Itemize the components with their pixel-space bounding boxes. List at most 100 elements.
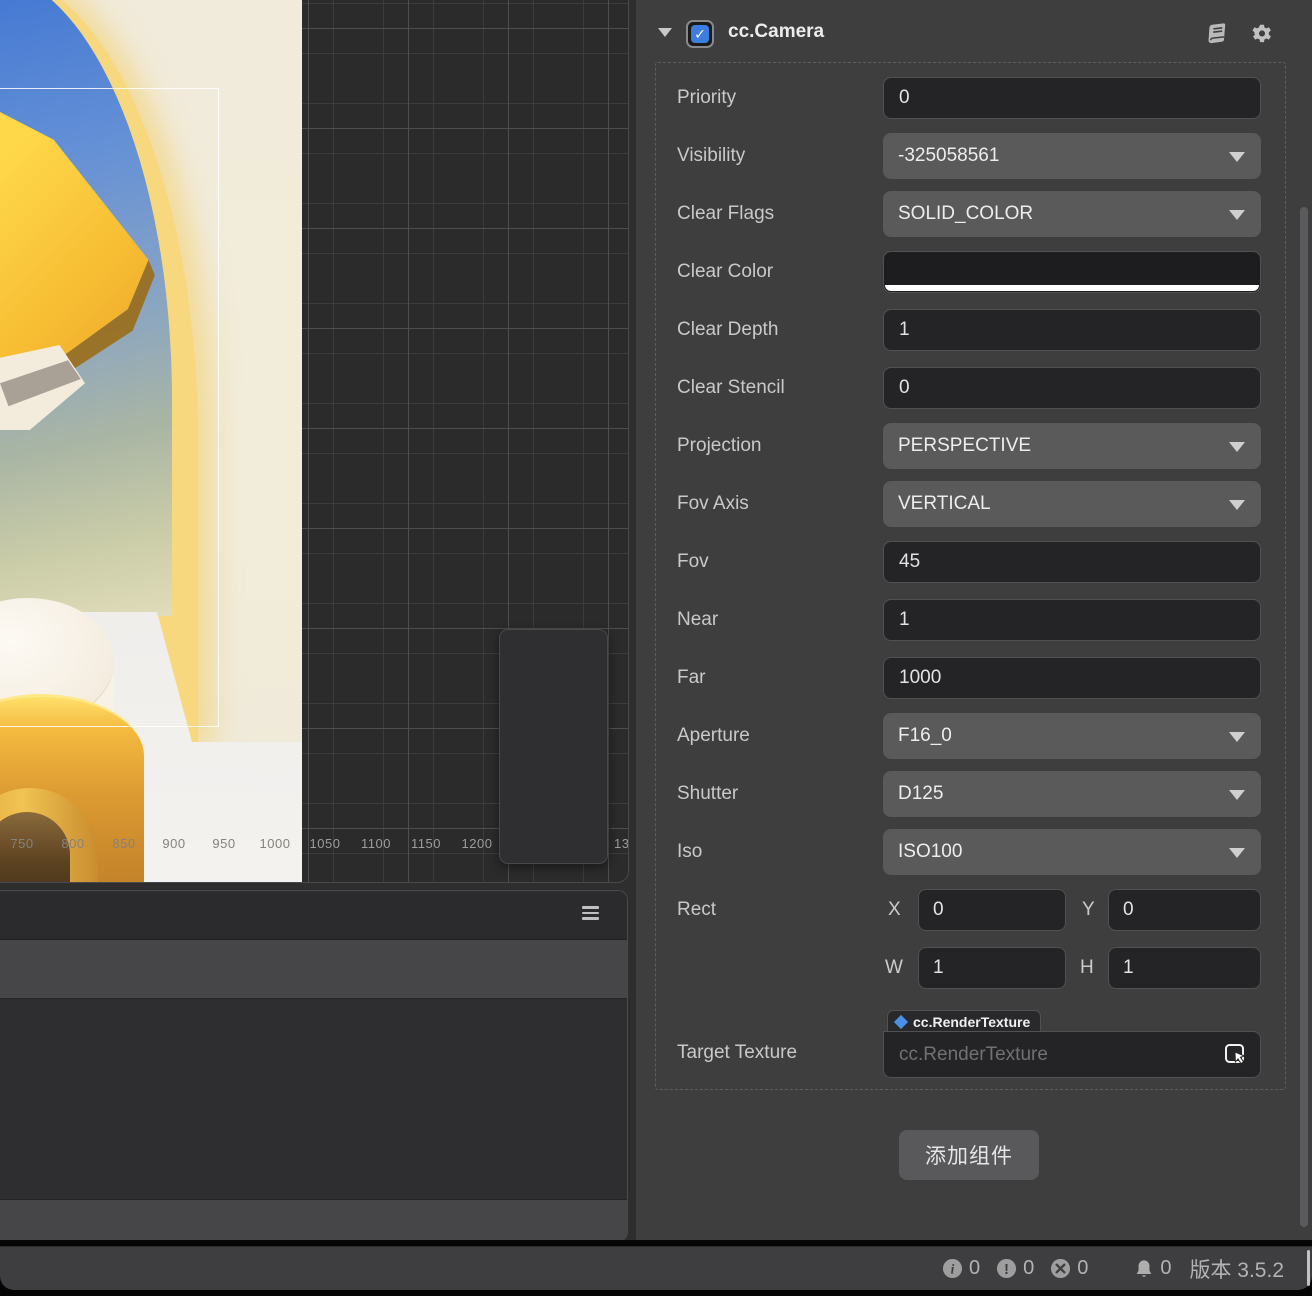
ruler-label: 1100 [361,836,391,851]
docs-book-icon[interactable] [1204,21,1230,47]
property-label: Fov [677,551,709,572]
select-value: D125 [898,783,944,804]
ruler-label: 1150 [411,836,441,851]
property-label: Clear Stencil [677,377,785,398]
editor-window: 750 800 850 900 950 1000 1050 1100 1150 … [0,0,1312,1296]
lower-panel-content[interactable] [0,999,627,1200]
component-enabled-checkbox[interactable]: ✓ [686,20,714,48]
ruler-label: 1050 [309,836,341,851]
projection-select[interactable]: PERSPECTIVE [883,423,1261,469]
property-label: Far [677,667,706,688]
property-label: Aperture [677,725,750,746]
visibility-select[interactable]: -325058561 [883,133,1261,179]
select-value: F16_0 [898,725,952,746]
aperture-select[interactable]: F16_0 [883,713,1261,759]
status-bar: i 0 ! 0 0 0 版本 3.5.2 [0,1246,1312,1290]
select-value: -325058561 [898,145,1000,166]
property-label: Clear Color [677,261,774,282]
property-label: Fov Axis [677,493,749,514]
rect-y-input[interactable]: 0 [1108,889,1261,931]
component-header: ✓ cc.Camera [636,0,1312,58]
error-log-button[interactable]: 0 [1050,1257,1088,1280]
rect-y-label: Y [1082,899,1095,920]
select-value: ISO100 [898,841,963,862]
property-label: Rect [677,899,717,920]
inspector-scrollbar[interactable] [1300,207,1308,1227]
fov-axis-select[interactable]: VERTICAL [883,481,1261,527]
property-label: Priority [677,87,737,108]
clear-stencil-input[interactable]: 0 [883,367,1261,409]
property-label: Clear Flags [677,203,775,224]
rect-h-input[interactable]: 1 [1108,947,1261,989]
notification-count: 0 [1160,1257,1172,1279]
add-component-button[interactable]: 添加组件 [899,1130,1039,1180]
caret-down-icon [1229,210,1245,220]
fov-input[interactable]: 45 [883,541,1261,583]
checkmark-icon: ✓ [691,25,709,43]
ruler-label: 850 [112,836,136,851]
warning-log-button[interactable]: ! 0 [996,1257,1034,1280]
clear-depth-input[interactable]: 1 [883,309,1261,351]
caret-down-icon [1229,152,1245,162]
ruler-label: 750 [10,836,34,851]
scene-overlay-box [499,629,608,864]
menu-icon[interactable] [582,906,599,923]
inspector-panel: ✓ cc.Camera Priority 0 Visibility -32505… [636,0,1312,1246]
caret-down-icon [1229,732,1245,742]
rect-h-label: H [1080,957,1094,978]
property-label: Target Texture [677,1042,798,1063]
iso-select[interactable]: ISO100 [883,829,1261,875]
property-label: Iso [677,841,703,862]
alpha-bar [885,285,1259,291]
info-count: 0 [968,1257,981,1279]
error-count: 0 [1077,1257,1089,1279]
lower-panel-header [0,891,627,940]
svg-text:i: i [951,1261,955,1276]
target-texture-placeholder: cc.RenderTexture [899,1044,1048,1065]
select-value: SOLID_COLOR [898,203,1034,224]
ruler-label: 13 [614,836,629,851]
ruler-label: 1000 [259,836,291,851]
ruler-label: 1200 [461,836,493,851]
info-icon: i [942,1258,962,1279]
priority-input[interactable]: 0 [883,77,1261,119]
near-input[interactable]: 1 [883,599,1261,641]
ruler-label: 900 [162,836,186,851]
caret-down-icon [1229,500,1245,510]
asset-type-label: cc.RenderTexture [913,1013,1031,1030]
asset-picker-cursor-icon[interactable] [1223,1042,1249,1073]
target-texture-field[interactable]: cc.RenderTexture [883,1031,1261,1078]
property-label: Visibility [677,145,746,166]
notifications-button[interactable]: 0 [1134,1257,1171,1280]
lower-panel-toolbar [0,940,627,999]
gear-icon[interactable] [1249,21,1275,47]
rect-w-label: W [885,957,903,978]
asset-diamond-icon [893,1014,909,1029]
svg-text:!: ! [1004,1262,1009,1278]
ruler-label: 800 [61,836,85,851]
property-label: Near [677,609,719,630]
property-label: Shutter [677,783,739,804]
lower-panel-footer [0,1200,627,1241]
shutter-select[interactable]: D125 [883,771,1261,817]
design-resolution-frame [0,88,219,727]
rect-w-input[interactable]: 1 [918,947,1066,989]
render-texture-type-tag: cc.RenderTexture [887,1010,1042,1032]
component-title: cc.Camera [728,21,825,42]
rect-x-input[interactable]: 0 [918,889,1066,931]
clear-color-swatch[interactable] [883,251,1261,293]
error-icon [1051,1258,1071,1279]
bell-icon [1137,1259,1152,1277]
info-log-button[interactable]: i 0 [942,1257,980,1280]
select-value: VERTICAL [898,493,991,514]
chevron-down-icon[interactable] [658,28,672,37]
clear-flags-select[interactable]: SOLID_COLOR [883,191,1261,237]
warning-count: 0 [1023,1257,1035,1279]
caret-down-icon [1229,442,1245,452]
ruler-label: 950 [212,836,236,851]
caret-down-icon [1229,848,1245,858]
camera-preview-image [0,0,302,882]
rect-x-label: X [888,899,901,920]
far-input[interactable]: 1000 [883,657,1261,699]
scene-view-panel[interactable]: 750 800 850 900 950 1000 1050 1100 1150 … [0,0,629,883]
